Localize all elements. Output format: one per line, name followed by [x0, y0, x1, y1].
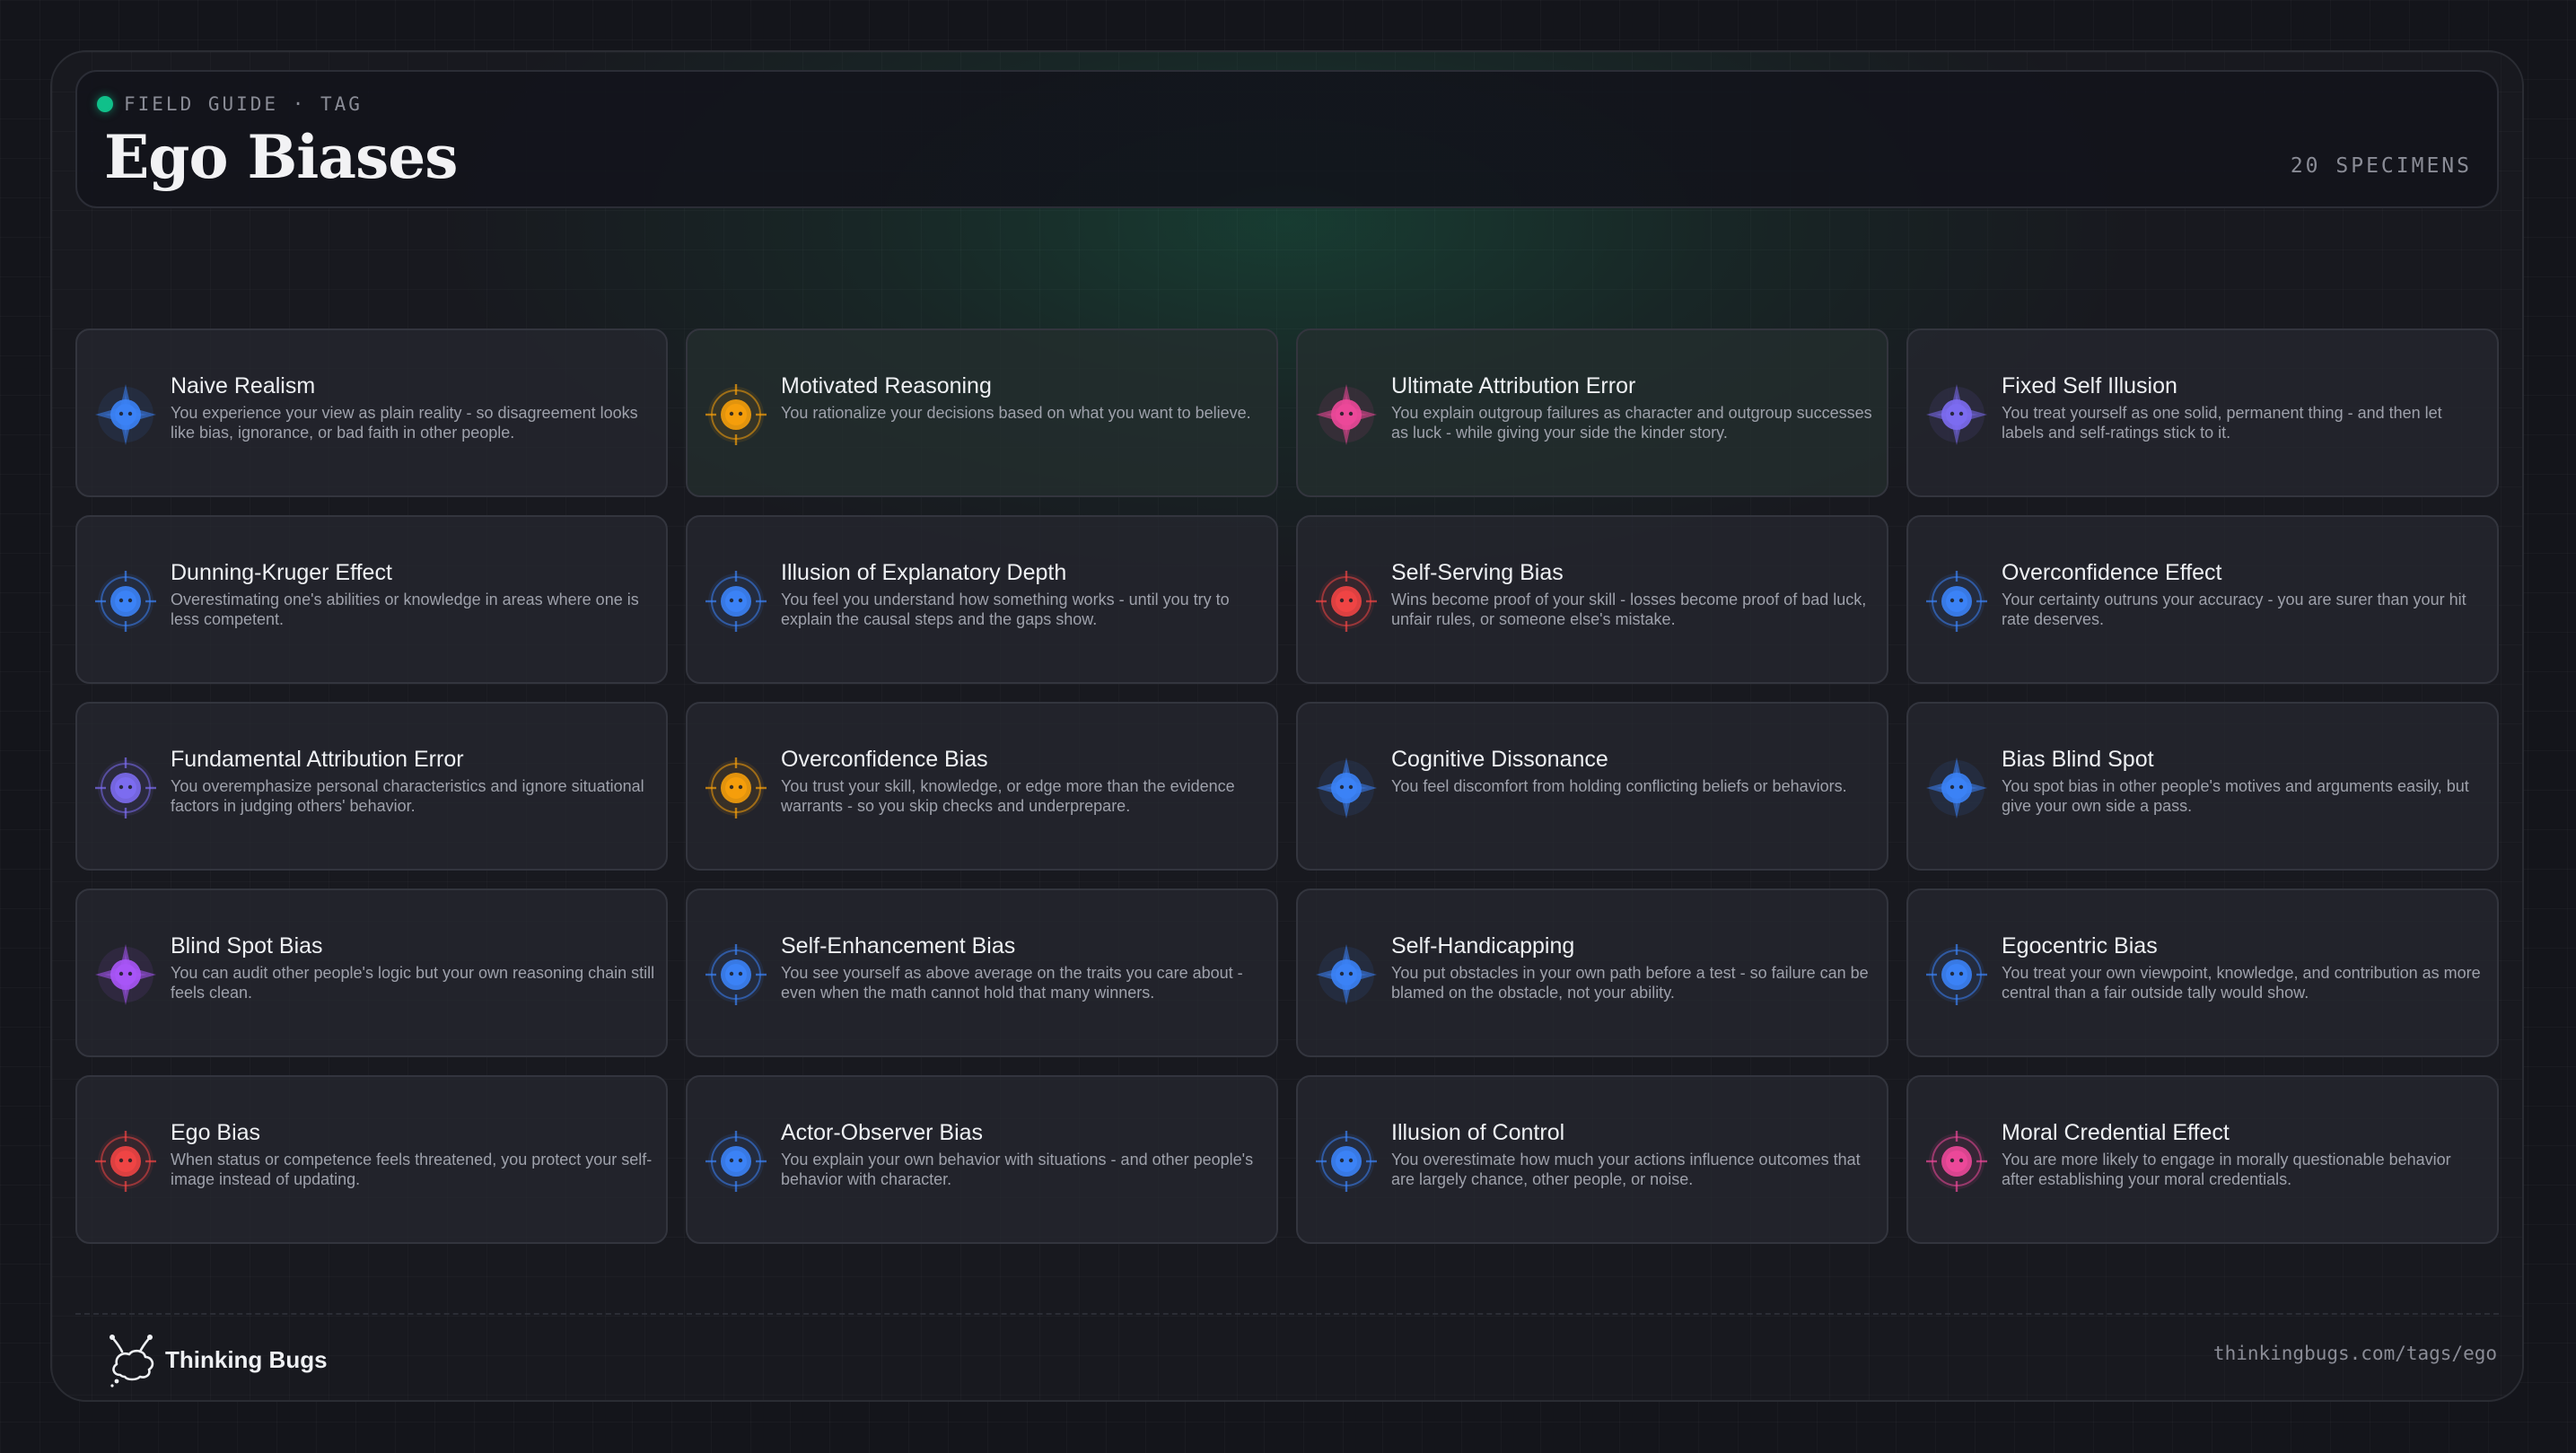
card-description: You treat yourself as one solid, permane…: [2002, 404, 2442, 442]
brand-name: Thinking Bugs: [165, 1345, 328, 1373]
card-title: Dunning-Kruger Effect: [171, 560, 392, 585]
bias-card-illusion-of-explanatory-depth[interactable]: Illusion of Explanatory Depth You feel yo…: [686, 515, 1278, 684]
card-title: Illusion of Control: [1391, 1120, 1565, 1145]
card-title: Self-Serving Bias: [1391, 560, 1564, 585]
card-description: You put obstacles in your own path befor…: [1391, 964, 1869, 1002]
card-description: You rationalize your decisions based on …: [781, 404, 1251, 422]
card-title: Fundamental Attribution Error: [171, 747, 464, 772]
bias-card-motivated-reasoning[interactable]: Motivated Reasoning You rationalize your …: [686, 328, 1278, 497]
card-description: You overestimate how much your actions i…: [1391, 1151, 1861, 1188]
specimen-count: 20 SPECIMENS: [2290, 154, 2472, 178]
bias-card-self-enhancement-bias[interactable]: Self-Enhancement Bias You see yourself as…: [686, 888, 1278, 1057]
card-title: Egocentric Bias: [2002, 933, 2158, 958]
card-description: You can audit other people's logic but y…: [171, 964, 655, 1002]
bug-icon: [1314, 382, 1379, 447]
card-description: You experience your view as plain realit…: [171, 404, 638, 442]
card-description: Overestimating one's abilities or knowle…: [171, 591, 639, 628]
bug-icon: [704, 942, 768, 1007]
bug-icon: [704, 756, 768, 820]
page-title: Ego Biases: [104, 122, 458, 192]
card-description: You overemphasize personal characteristi…: [171, 777, 644, 815]
card-description: You explain your own behavior with situa…: [781, 1151, 1254, 1188]
card-description: You treat your own viewpoint, knowledge,…: [2002, 964, 2481, 1002]
eyebrow: FIELD GUIDE · TAG: [97, 93, 363, 115]
page-header: FIELD GUIDE · TAG Ego Biases 20 SPECIMEN…: [75, 70, 2499, 208]
bug-icon: [1314, 1129, 1379, 1194]
bug-icon: [93, 569, 158, 634]
page-url[interactable]: thinkingbugs.com/tags/ego: [2213, 1343, 2497, 1364]
card-description: Wins become proof of your skill - losses…: [1391, 591, 1867, 628]
footer-divider: [75, 1313, 2499, 1315]
bias-card-bias-blind-spot[interactable]: Bias Blind Spot You spot bias in other pe…: [1906, 702, 2499, 871]
bias-card-grid: Naive Realism You experience your view as…: [75, 328, 2499, 1244]
card-title: Overconfidence Bias: [781, 747, 988, 772]
bias-card-fundamental-attribution-error[interactable]: Fundamental Attribution Error You overemp…: [75, 702, 668, 871]
bias-card-self-handicapping[interactable]: Self-Handicapping You put obstacles in yo…: [1296, 888, 1888, 1057]
brand[interactable]: Thinking Bugs: [108, 1332, 328, 1387]
card-title: Overconfidence Effect: [2002, 560, 2222, 585]
bug-icon: [93, 756, 158, 820]
card-title: Blind Spot Bias: [171, 933, 323, 958]
status-dot-icon: [97, 96, 113, 112]
bias-card-actor-observer-bias[interactable]: Actor-Observer Bias You explain your own …: [686, 1075, 1278, 1244]
card-title: Bias Blind Spot: [2002, 747, 2154, 772]
bug-icon: [1924, 756, 1989, 820]
card-description: When status or competence feels threaten…: [171, 1151, 653, 1188]
bias-card-fixed-self-illusion[interactable]: Fixed Self Illusion You treat yourself as…: [1906, 328, 2499, 497]
main-panel: FIELD GUIDE · TAG Ego Biases 20 SPECIMEN…: [50, 50, 2524, 1402]
bug-icon: [1314, 569, 1379, 634]
card-title: Motivated Reasoning: [781, 373, 992, 398]
eyebrow-label: FIELD GUIDE · TAG: [124, 93, 363, 115]
bug-icon: [1924, 942, 1989, 1007]
bias-card-naive-realism[interactable]: Naive Realism You experience your view as…: [75, 328, 668, 497]
bias-card-overconfidence-effect[interactable]: Overconfidence Effect Your certainty outr…: [1906, 515, 2499, 684]
card-description: You feel you understand how something wo…: [781, 591, 1230, 628]
bias-card-dunning-kruger-effect[interactable]: Dunning-Kruger Effect Overestimating one'…: [75, 515, 668, 684]
bug-icon: [704, 569, 768, 634]
card-description: You see yourself as above average on the…: [781, 964, 1243, 1002]
bias-card-ultimate-attribution-error[interactable]: Ultimate Attribution Error You explain ou…: [1296, 328, 1888, 497]
card-title: Moral Credential Effect: [2002, 1120, 2230, 1145]
bug-icon: [93, 1129, 158, 1194]
bias-card-egocentric-bias[interactable]: Egocentric Bias You treat your own viewpo…: [1906, 888, 2499, 1057]
bias-card-self-serving-bias[interactable]: Self-Serving Bias Wins become proof of yo…: [1296, 515, 1888, 684]
card-title: Cognitive Dissonance: [1391, 747, 1608, 772]
card-title: Self-Enhancement Bias: [781, 933, 1016, 958]
bug-icon: [1924, 569, 1989, 634]
card-description: You trust your skill, knowledge, or edge…: [781, 777, 1235, 815]
bias-card-overconfidence-bias[interactable]: Overconfidence Bias You trust your skill,…: [686, 702, 1278, 871]
bias-card-ego-bias[interactable]: Ego Bias When status or competence feels …: [75, 1075, 668, 1244]
bug-icon: [93, 382, 158, 447]
thinking-bugs-logo-icon: [110, 1335, 154, 1387]
bug-icon: [704, 1129, 768, 1194]
bias-card-moral-credential-effect[interactable]: Moral Credential Effect You are more like…: [1906, 1075, 2499, 1244]
card-description: You feel discomfort from holding conflic…: [1391, 777, 1847, 795]
bug-icon: [1924, 382, 1989, 447]
card-description: Your certainty outruns your accuracy - y…: [2002, 591, 2466, 628]
card-description: You are more likely to engage in morally…: [2002, 1151, 2451, 1188]
card-title: Fixed Self Illusion: [2002, 373, 2177, 398]
card-description: You spot bias in other people's motives …: [2002, 777, 2469, 815]
card-title: Self-Handicapping: [1391, 933, 1575, 958]
card-title: Ultimate Attribution Error: [1391, 373, 1636, 398]
bias-card-illusion-of-control[interactable]: Illusion of Control You overestimate how …: [1296, 1075, 1888, 1244]
card-description: You explain outgroup failures as charact…: [1391, 404, 1872, 442]
bug-icon: [93, 942, 158, 1007]
bug-icon: [704, 382, 768, 447]
bias-card-blind-spot-bias[interactable]: Blind Spot Bias You can audit other peopl…: [75, 888, 668, 1057]
card-title: Actor-Observer Bias: [781, 1120, 984, 1145]
card-title: Ego Bias: [171, 1120, 261, 1145]
bug-icon: [1314, 942, 1379, 1007]
card-title: Naive Realism: [171, 373, 316, 398]
card-title: Illusion of Explanatory Depth: [781, 560, 1067, 585]
bias-card-cognitive-dissonance[interactable]: Cognitive Dissonance You feel discomfort …: [1296, 702, 1888, 871]
bug-icon: [1314, 756, 1379, 820]
bug-icon: [1924, 1129, 1989, 1194]
